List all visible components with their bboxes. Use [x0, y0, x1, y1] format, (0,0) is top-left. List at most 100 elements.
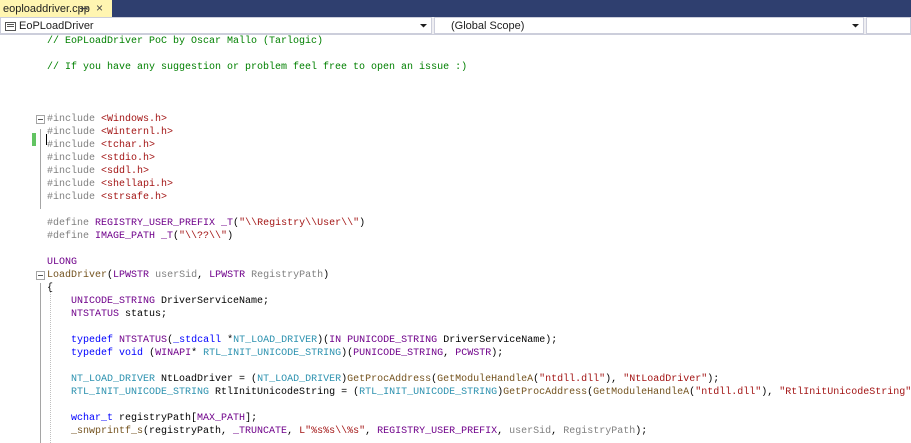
- code-line[interactable]: #include <strsafe.h>: [0, 191, 911, 204]
- code-token: NTSTATUS: [71, 309, 120, 320]
- chevron-down-icon[interactable]: [851, 21, 860, 30]
- code-line[interactable]: NTSTATUS status;: [0, 308, 911, 321]
- code-token: typedef: [71, 335, 114, 346]
- fold-toggle-function[interactable]: [36, 271, 45, 280]
- code-line[interactable]: [0, 204, 911, 217]
- code-line[interactable]: [0, 100, 911, 113]
- code-line[interactable]: #include <sddl.h>: [0, 165, 911, 178]
- code-editor[interactable]: // EoPLoadDriver PoC by Oscar Mallo (Tar…: [0, 35, 911, 443]
- code-line[interactable]: UNICODE_STRING DriverServiceName;: [0, 295, 911, 308]
- code-line[interactable]: #define REGISTRY_USER_PREFIX _T("\\Regis…: [0, 217, 911, 230]
- code-token: UNICODE_STRING: [71, 296, 156, 307]
- code-text: #include <Winternl.h>: [47, 126, 173, 139]
- code-line[interactable]: [0, 321, 911, 334]
- code-text: #include <sddl.h>: [47, 165, 149, 178]
- code-token: REGISTRY_USER_PREFIX _T: [95, 218, 234, 229]
- code-line[interactable]: // EoPLoadDriver PoC by Oscar Mallo (Tar…: [0, 35, 911, 48]
- code-line[interactable]: RTL_INIT_UNICODE_STRING RtlInitUnicodeSt…: [0, 386, 911, 399]
- code-token: userSid: [509, 426, 552, 437]
- code-token: RTL_INIT_UNICODE_STRING: [71, 387, 210, 398]
- code-line[interactable]: #include <stdio.h>: [0, 152, 911, 165]
- code-token: REGISTRY_USER_PREFIX: [377, 426, 498, 437]
- code-text: #define IMAGE_PATH _T("\\??\\"): [47, 230, 233, 243]
- code-token: ),: [761, 387, 780, 398]
- code-line[interactable]: [0, 74, 911, 87]
- code-line[interactable]: #include <shellapi.h>: [0, 178, 911, 191]
- code-token: status;: [119, 309, 168, 320]
- code-text: _snwprintf_s(registryPath, _TRUNCATE, L"…: [47, 425, 647, 438]
- code-line[interactable]: #include <Windows.h>: [0, 113, 911, 126]
- code-token: );: [491, 348, 504, 359]
- close-icon[interactable]: ×: [96, 1, 103, 15]
- code-token: wchar_t: [71, 413, 114, 424]
- code-line[interactable]: [0, 87, 911, 100]
- code-line[interactable]: [0, 243, 911, 256]
- code-token: )(: [341, 348, 354, 359]
- code-line[interactable]: {: [0, 282, 911, 295]
- code-token: DriverServiceName;: [155, 296, 270, 307]
- code-token: ): [227, 231, 234, 242]
- code-token: <Winternl.h>: [101, 127, 174, 138]
- code-token: <sddl.h>: [101, 166, 150, 177]
- code-line[interactable]: typedef NTSTATUS(_stdcall *NT_LOAD_DRIVE…: [0, 334, 911, 347]
- code-line[interactable]: [0, 360, 911, 373]
- code-token: LoadDriver: [47, 270, 108, 281]
- code-token: *: [221, 335, 234, 346]
- code-text: #include <Windows.h>: [47, 113, 167, 126]
- code-token: <strsafe.h>: [101, 192, 168, 203]
- code-line[interactable]: ULONG: [0, 256, 911, 269]
- code-line[interactable]: _snwprintf_s(registryPath, _TRUNCATE, L"…: [0, 425, 911, 438]
- code-token: "\\??\\": [179, 231, 228, 242]
- code-line[interactable]: LoadDriver(LPWSTR userSid, LPWSTR Regist…: [0, 269, 911, 282]
- code-token: ,: [287, 426, 300, 437]
- code-text: NT_LOAD_DRIVER NtLoadDriver = (NT_LOAD_D…: [47, 373, 719, 386]
- code-text: // EoPLoadDriver PoC by Oscar Mallo (Tar…: [47, 35, 323, 48]
- code-token: #include: [47, 114, 102, 125]
- code-token: typedef: [71, 348, 114, 359]
- code-line[interactable]: wchar_t registryPath[MAX_PATH];: [0, 412, 911, 425]
- code-line[interactable]: // If you have any suggestion or problem…: [0, 61, 911, 74]
- project-dropdown[interactable]: EoPLoadDriver: [0, 17, 432, 34]
- code-text: #define REGISTRY_USER_PREFIX _T("\\Regis…: [47, 217, 365, 230]
- code-token: #include: [47, 140, 102, 151]
- pin-icon[interactable]: [79, 3, 90, 14]
- code-token: ,: [497, 426, 510, 437]
- code-token: #include: [47, 192, 102, 203]
- chevron-down-icon[interactable]: [419, 21, 428, 30]
- code-token: MAX_PATH: [197, 413, 246, 424]
- tab-eoploaddriver-cpp[interactable]: eoploaddriver.cpp ×: [0, 0, 112, 17]
- code-text: ULONG: [47, 256, 77, 269]
- code-token: ULONG: [47, 257, 78, 268]
- code-line[interactable]: [0, 48, 911, 61]
- member-dropdown[interactable]: [866, 17, 911, 34]
- code-token: #include: [47, 166, 102, 177]
- code-token: ): [323, 270, 330, 281]
- code-token: NtLoadDriver = (: [155, 374, 258, 385]
- code-token: (registryPath,: [143, 426, 234, 437]
- code-token: GetModuleHandleA: [593, 387, 690, 398]
- code-line[interactable]: NT_LOAD_DRIVER NtLoadDriver = (NT_LOAD_D…: [0, 373, 911, 386]
- code-token: PCWSTR: [455, 348, 492, 359]
- code-token: )(: [317, 335, 330, 346]
- code-token: ,: [551, 426, 564, 437]
- code-text: {: [47, 282, 53, 295]
- code-token: ,: [365, 426, 378, 437]
- code-token: ),: [605, 374, 624, 385]
- code-line[interactable]: #define IMAGE_PATH _T("\\??\\"): [0, 230, 911, 243]
- scope-dropdown[interactable]: (Global Scope): [434, 17, 864, 34]
- code-line[interactable]: [0, 399, 911, 412]
- code-text: #include <stdio.h>: [47, 152, 155, 165]
- code-token: );: [635, 426, 648, 437]
- code-line[interactable]: #include <tchar.h>: [0, 139, 911, 152]
- code-token: // EoPLoadDriver PoC by Oscar Mallo (Tar…: [47, 36, 324, 47]
- code-line[interactable]: typedef void (WINAPI* RTL_INIT_UNICODE_S…: [0, 347, 911, 360]
- code-line[interactable]: #include <Winternl.h>: [0, 126, 911, 139]
- fold-toggle-includes[interactable]: [36, 115, 45, 124]
- code-token: <Windows.h>: [101, 114, 168, 125]
